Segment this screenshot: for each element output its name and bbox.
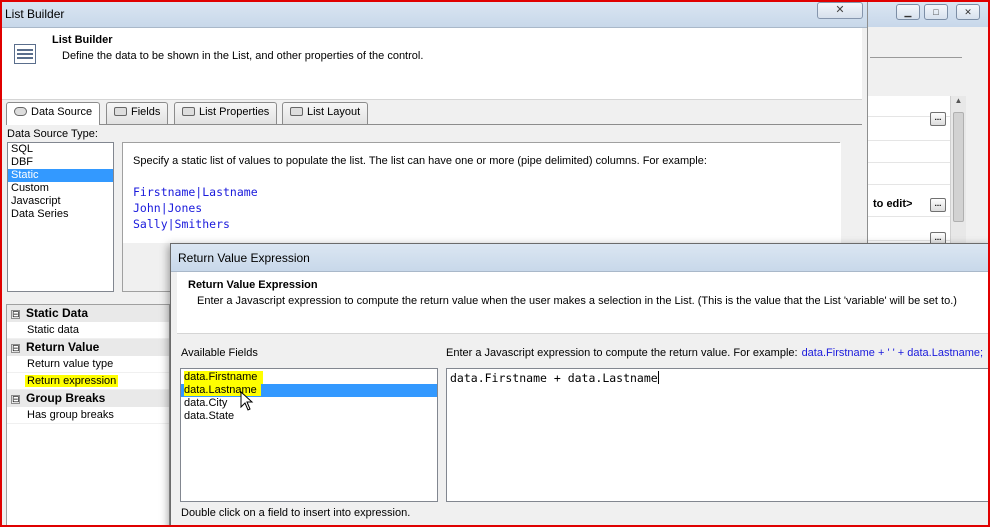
scroll-thumb[interactable] [953,112,964,222]
list-item[interactable]: Javascript [8,195,113,208]
tab-list-properties[interactable]: List Properties [174,102,278,124]
field-item[interactable]: data.State [181,410,437,423]
category-group-breaks[interactable]: ⊟ Group Breaks [7,390,169,407]
expression-label-row: Enter a Javascript expression to compute… [446,347,983,359]
ellipsis-button[interactable]: ... [930,112,946,126]
window-title: List Builder [0,0,867,28]
category-label: Static Data [26,306,89,320]
static-example-line: Firstname|Lastname [133,185,258,199]
data-source-type-label: Data Source Type: [7,128,98,140]
properties-icon [182,107,195,116]
collapse-icon[interactable]: ⊟ [11,344,20,353]
tab-fields[interactable]: Fields [106,102,169,124]
fields-icon [114,107,127,116]
footer-hint: Double click on a field to insert into e… [181,507,411,519]
collapse-icon[interactable]: ⊟ [11,395,20,404]
tab-data-source[interactable]: Data Source [6,102,101,125]
property-row[interactable]: Return value type [7,356,169,373]
minimize-button[interactable]: ▁ [896,4,920,20]
text-caret [657,371,659,384]
expression-editor[interactable]: data.Firstname + data.Lastname [446,368,990,502]
property-label: Has group breaks [27,409,114,421]
category-label: Return Value [26,340,100,354]
window-close-button[interactable]: ✕ [817,2,863,19]
static-instructions: Specify a static list of values to popul… [133,155,707,167]
close-button[interactable]: ✕ [956,4,980,20]
list-item[interactable]: DBF [8,156,113,169]
field-item[interactable]: data.Firstname [181,371,437,384]
list-icon [14,44,36,64]
tab-label: List Properties [199,106,270,118]
dialog-header-description: Enter a Javascript expression to compute… [197,295,957,307]
expression-text: data.Firstname + data.Lastname [450,371,658,385]
scroll-up-icon[interactable]: ▲ [951,96,966,110]
list-item-selected[interactable]: Static [8,169,113,182]
collapse-icon[interactable]: ⊟ [11,310,20,319]
dialog-header: Return Value Expression Enter a Javascri… [177,272,990,334]
category-return-value[interactable]: ⊟ Return Value [7,339,169,356]
click-to-edit-text[interactable]: to edit> [873,198,912,210]
list-item[interactable]: Custom [8,182,113,195]
property-row-return-expression[interactable]: Return expression [7,373,169,390]
tab-label: Data Source [31,106,93,118]
tab-label: List Layout [307,106,361,118]
maximize-button[interactable]: □ [924,4,948,20]
available-fields-label: Available Fields [181,347,258,359]
return-value-dialog: Return Value Expression Return Value Exp… [170,243,990,527]
layout-icon [290,107,303,116]
expression-label: Enter a Javascript expression to compute… [446,347,798,359]
divider [870,57,962,58]
list-item[interactable]: SQL [8,143,113,156]
property-grid [868,96,963,256]
static-example-line: John|Jones [133,201,203,215]
field-item-selected[interactable]: data.Lastname [181,384,437,397]
data-source-type-list[interactable]: SQL DBF Static Custom Javascript Data Se… [7,142,114,292]
header-description: Define the data to be shown in the List,… [62,50,424,62]
dialog-title: Return Value Expression [171,244,990,272]
mouse-pointer-icon [240,391,254,411]
property-label: Static data [27,324,79,336]
category-label: Group Breaks [26,391,106,405]
available-fields-list[interactable]: data.Firstname data.Lastname data.City d… [180,368,438,502]
property-row[interactable]: Static data [7,322,169,339]
property-row[interactable]: Has group breaks [7,407,169,424]
expression-example: data.Firstname + ' ' + data.Lastname; [801,347,984,359]
ellipsis-button-2[interactable]: ... [930,198,946,212]
static-instructions-area: Specify a static list of values to popul… [123,143,841,243]
header-title: List Builder [52,34,113,46]
vertical-scrollbar[interactable]: ▲ [950,96,966,246]
property-label: Return expression [25,375,119,387]
dialog-header-title: Return Value Expression [188,279,318,291]
tab-list-layout[interactable]: List Layout [282,102,369,124]
property-grid-left: ⊟ Static Data Static data ⊟ Return Value R… [6,304,170,527]
list-builder-header: List Builder Define the data to be shown… [2,28,862,100]
field-item[interactable]: data.City [181,397,437,410]
property-label: Return value type [27,358,114,370]
category-static-data[interactable]: ⊟ Static Data [7,305,169,322]
field-label: data.Firstname [184,371,264,384]
database-icon [14,107,27,116]
list-item[interactable]: Data Series [8,208,113,221]
tab-divider [6,124,862,125]
static-example-line: Sally|Smithers [133,217,230,231]
tab-label: Fields [131,106,161,118]
